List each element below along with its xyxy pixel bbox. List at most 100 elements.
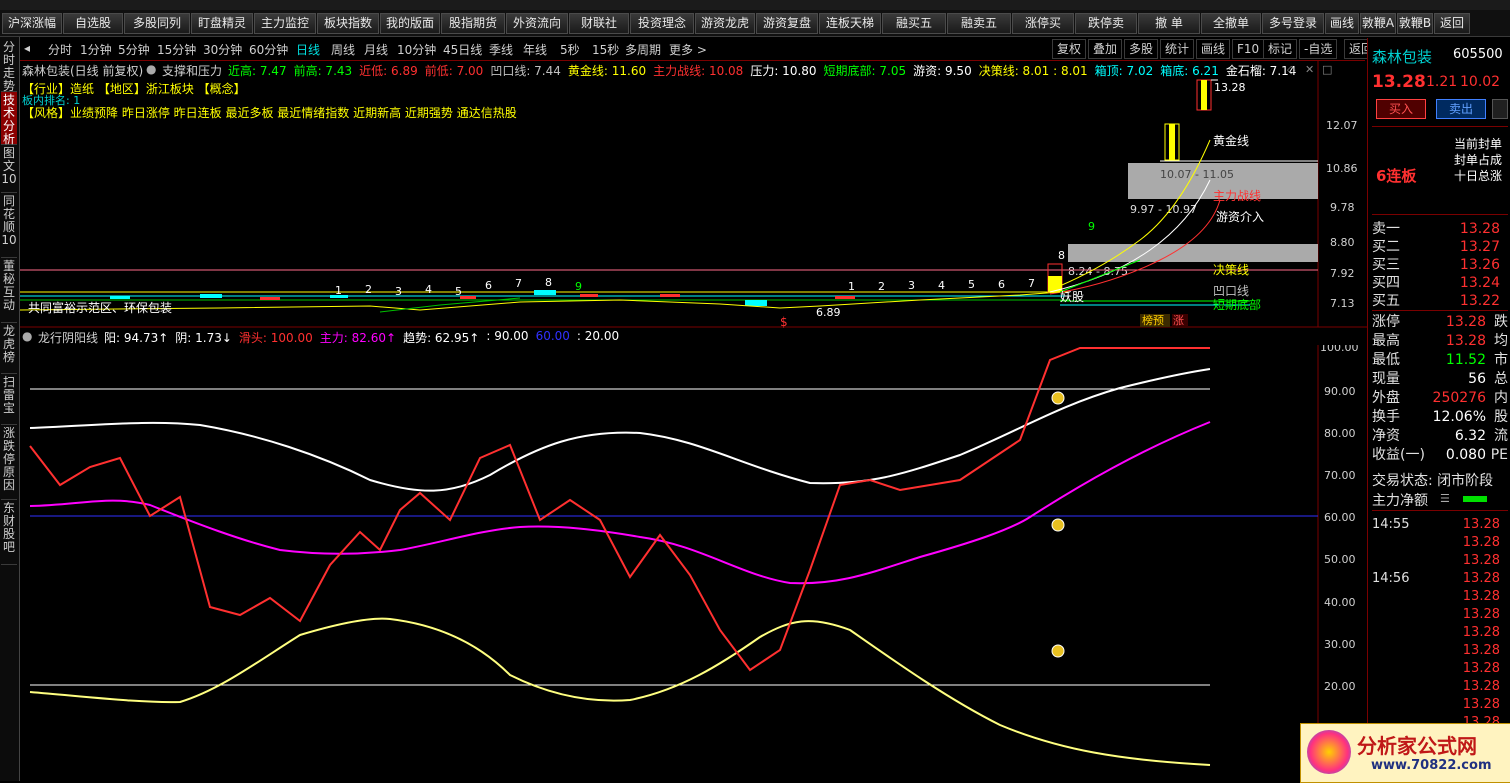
period-60min[interactable]: 60分钟	[249, 41, 288, 58]
tab-dragon-tiger[interactable]: 龙虎榜	[1, 323, 17, 374]
decision-line-label: 决策线	[1213, 263, 1249, 277]
toolbar-button-whip-b[interactable]: 敦鞭B	[1397, 13, 1433, 34]
tab-east-forum[interactable]: 东财股吧	[1, 500, 17, 565]
tick-row: 13.28	[1372, 660, 1508, 678]
period-15min[interactable]: 15分钟	[157, 41, 196, 58]
tick-time: 14:55	[1372, 517, 1410, 532]
more-button[interactable]	[1492, 99, 1508, 119]
sub-chart-header: ● 龙行阴阳线 阳: 94.73↑ 阴: 1.73↓ 滑头: 100.00 主力: 8…	[22, 329, 1302, 345]
period-5min[interactable]: 5分钟	[118, 41, 150, 58]
button-add-watchlist[interactable]: -自选	[1299, 39, 1338, 59]
toolbar-button-limit-up-buy[interactable]: 涨停买	[1012, 13, 1074, 34]
svg-text:9: 9	[1088, 220, 1095, 233]
sub-indicator-name[interactable]: 龙行阴阳线	[38, 329, 98, 346]
toolbar-button-review[interactable]: 游资复盘	[756, 13, 818, 34]
period-5sec[interactable]: 5秒	[560, 41, 580, 58]
button-multi-stock[interactable]: 多股	[1124, 39, 1159, 59]
tab-technical[interactable]: 技术分析	[1, 92, 17, 146]
band-label-2: 9.97 - 10.97	[1130, 203, 1197, 216]
stats-row: 涨停 13.28 跌	[1372, 313, 1508, 331]
svg-text:6: 6	[485, 279, 492, 292]
toolbar-button-cancel-all[interactable]: 全撤单	[1201, 13, 1261, 34]
period-more[interactable]: 更多 >	[669, 41, 707, 58]
button-overlay[interactable]: 叠加	[1088, 39, 1123, 59]
period-daily[interactable]: 日线	[296, 41, 320, 58]
menu-icon[interactable]: ☰	[1440, 492, 1450, 505]
toolbar-button-draw[interactable]: 画线	[1325, 13, 1359, 34]
svg-text:7: 7	[515, 277, 522, 290]
stats-value: 12.06%	[1432, 409, 1486, 425]
divider	[1372, 126, 1508, 127]
period-weekly[interactable]: 周线	[331, 41, 355, 58]
toolbar-button-limit-down-sell[interactable]: 跌停卖	[1075, 13, 1137, 34]
order-book-row[interactable]: 买三 13.26	[1372, 256, 1508, 274]
button-mark[interactable]: 标记	[1263, 39, 1298, 59]
period-intraday[interactable]: 分时	[48, 41, 72, 58]
svg-text:8: 8	[545, 276, 552, 289]
button-draw-line[interactable]: 画线	[1196, 39, 1231, 59]
toolbar-button-index-futures[interactable]: 股指期货	[441, 13, 505, 34]
toolbar-button-cancel[interactable]: 撤 单	[1138, 13, 1200, 34]
toolbar-button-watchlist[interactable]: 自选股	[63, 13, 123, 34]
tab-ths[interactable]: 同花顺10	[1, 193, 17, 258]
period-monthly[interactable]: 月线	[364, 41, 388, 58]
order-book-label: 买四	[1372, 275, 1400, 291]
toolbar-button-hs-change[interactable]: 沪深涨幅	[2, 13, 62, 34]
toolbar-button-philosophy[interactable]: 投资理念	[630, 13, 694, 34]
sub-indicator-value: : 90.00	[486, 329, 529, 343]
main-force-label: 主力战线	[1213, 189, 1261, 203]
toolbar-button-main-monitor[interactable]: 主力监控	[254, 13, 316, 34]
button-restore-rights[interactable]: 复权	[1052, 39, 1087, 59]
toolbar-button-monitor-sprite[interactable]: 盯盘精灵	[191, 13, 253, 34]
toolbar-button-ladder[interactable]: 连板天梯	[819, 13, 881, 34]
stats-label: 净资	[1372, 428, 1400, 444]
stats-row: 现量 56 总	[1372, 370, 1508, 388]
seal-notes: 当前封单 封单占成 十日总涨	[1454, 137, 1503, 183]
period-10min[interactable]: 10分钟	[397, 41, 436, 58]
toolbar: 沪深涨幅 自选股 多股同列 盯盘精灵 主力监控 板块指数 我的版面 股指期货 外…	[0, 10, 1510, 37]
svg-text:50.00: 50.00	[1324, 553, 1356, 566]
buy-button[interactable]: 买入	[1376, 99, 1426, 119]
tab-secretary[interactable]: 董秘互动	[1, 258, 17, 323]
period-15sec[interactable]: 15秒	[592, 41, 619, 58]
order-book-row[interactable]: 买二 13.27	[1372, 238, 1508, 256]
toolbar-button-margin-buy[interactable]: 融买五	[882, 13, 946, 34]
quote-panel: 森林包装 605500 13.28 1.21 10.02 买入 卖出 6连板 当…	[1367, 38, 1510, 781]
toolbar-button-cls[interactable]: 财联社	[569, 13, 629, 34]
svg-text:7.92: 7.92	[1330, 267, 1355, 280]
tab-intraday[interactable]: 分时走势	[1, 39, 17, 93]
tick-price: 13.28	[1462, 589, 1500, 604]
sub-indicator-values: 阳: 94.73↑ 阴: 1.73↓ 滑头: 100.00 主力: 82.60↑ 趋势:…	[104, 329, 619, 346]
period-30min[interactable]: 30分钟	[203, 41, 242, 58]
toolbar-button-return[interactable]: 返回	[1434, 13, 1470, 34]
toolbar-button-margin-sell[interactable]: 融卖五	[947, 13, 1011, 34]
order-book-row[interactable]: 卖一 13.28	[1372, 220, 1508, 238]
tab-limit-reason[interactable]: 涨跌停原因	[1, 425, 17, 500]
circle-toggle-icon[interactable]: ●	[22, 329, 32, 343]
order-book-price: 13.27	[1459, 239, 1500, 255]
toolbar-button-sector-index[interactable]: 板块指数	[317, 13, 379, 34]
period-season[interactable]: 季线	[489, 41, 513, 58]
divider	[1372, 510, 1508, 511]
chevron-left-icon[interactable]: ◂	[24, 41, 30, 55]
tab-f10[interactable]: 图文10	[1, 145, 17, 193]
order-book-row[interactable]: 买五 13.22	[1372, 292, 1508, 310]
period-1min[interactable]: 1分钟	[80, 41, 112, 58]
tab-scanner[interactable]: 扫雷宝	[1, 374, 17, 425]
toolbar-button-my-layout[interactable]: 我的版面	[380, 13, 440, 34]
toolbar-button-foreign-flow[interactable]: 外资流向	[506, 13, 568, 34]
toolbar-button-multi-stock[interactable]: 多股同列	[124, 13, 190, 34]
toolbar-button-whip-a[interactable]: 敦鞭A	[1360, 13, 1396, 34]
trade-status: 交易状态: 闭市阶段	[1372, 473, 1494, 489]
toolbar-button-multi-login[interactable]: 多号登录	[1262, 13, 1324, 34]
sell-button[interactable]: 卖出	[1436, 99, 1486, 119]
toolbar-button-hot-money[interactable]: 游资龙虎	[695, 13, 755, 34]
button-f10[interactable]: F10	[1232, 39, 1265, 59]
period-yearly[interactable]: 年线	[523, 41, 547, 58]
button-statistics[interactable]: 统计	[1160, 39, 1195, 59]
period-45day[interactable]: 45日线	[443, 41, 482, 58]
period-multi[interactable]: 多周期	[625, 41, 661, 58]
order-book-row[interactable]: 买四 13.24	[1372, 274, 1508, 292]
svg-text:9: 9	[575, 280, 582, 293]
stock-name: 森林包装	[1372, 48, 1433, 66]
